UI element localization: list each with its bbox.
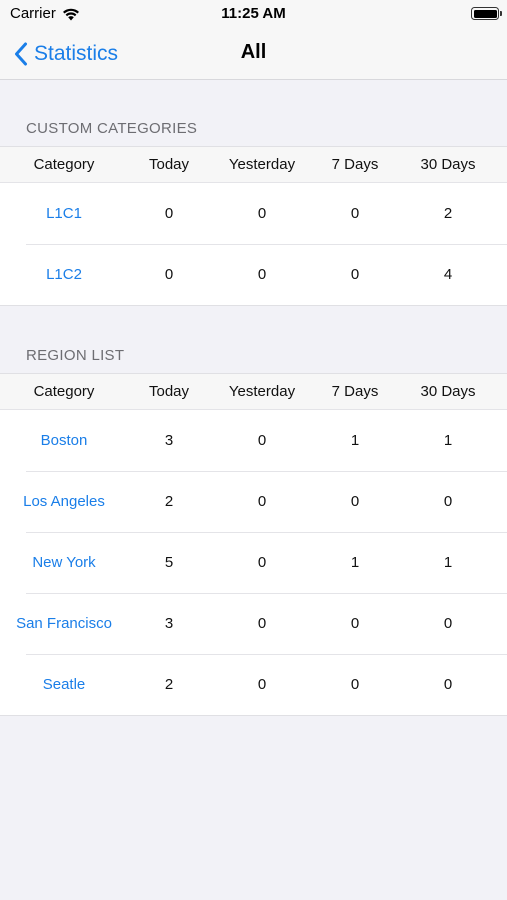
- region-link[interactable]: San Francisco: [0, 615, 128, 632]
- column-header-today: Today: [148, 156, 190, 173]
- category-link[interactable]: L1C1: [0, 205, 128, 222]
- 7-days-value: 0: [350, 615, 360, 632]
- column-header-7-days: 7 Days: [331, 383, 379, 400]
- custom-categories-table: Category Today Yesterday 7 Days 30 Days …: [0, 146, 507, 306]
- 7-days-value: 0: [350, 205, 360, 222]
- today-value: 2: [164, 493, 174, 510]
- column-header-yesterday: Yesterday: [228, 383, 296, 400]
- today-value: 0: [164, 266, 174, 283]
- 30-days-value: 0: [443, 676, 453, 693]
- yesterday-value: 0: [257, 205, 267, 222]
- battery-icon: [471, 7, 502, 20]
- status-bar: Carrier 11:25 AM: [0, 0, 507, 28]
- table-header-row: Category Today Yesterday 7 Days 30 Days: [0, 374, 507, 410]
- column-header-category: Category: [33, 383, 95, 400]
- status-time: 11:25 AM: [221, 5, 286, 22]
- today-value: 3: [164, 615, 174, 632]
- yesterday-value: 0: [257, 266, 267, 283]
- yesterday-value: 0: [257, 615, 267, 632]
- region-list-table: Category Today Yesterday 7 Days 30 Days …: [0, 373, 507, 716]
- 7-days-value: 1: [350, 432, 360, 449]
- section-header-custom-categories: CUSTOM CATEGORIES: [26, 120, 198, 137]
- region-link[interactable]: Boston: [0, 432, 128, 449]
- section-header-region-list: REGION LIST: [26, 347, 125, 364]
- 7-days-value: 1: [350, 554, 360, 571]
- 7-days-value: 0: [350, 266, 360, 283]
- table-row: L1C1 0 0 0 2: [0, 183, 507, 244]
- today-value: 2: [164, 676, 174, 693]
- column-header-30-days: 30 Days: [420, 383, 476, 400]
- column-header-7-days: 7 Days: [331, 156, 379, 173]
- table-row: Los Angeles 2 0 0 0: [0, 471, 507, 532]
- column-header-30-days: 30 Days: [420, 156, 476, 173]
- column-header-today: Today: [148, 383, 190, 400]
- column-header-yesterday: Yesterday: [228, 156, 296, 173]
- 7-days-value: 0: [350, 493, 360, 510]
- yesterday-value: 0: [257, 432, 267, 449]
- 30-days-value: 1: [443, 432, 453, 449]
- region-link[interactable]: Seatle: [0, 676, 128, 693]
- category-link[interactable]: L1C2: [0, 266, 128, 283]
- table-row: Seatle 2 0 0 0: [0, 654, 507, 715]
- region-link[interactable]: New York: [0, 554, 128, 571]
- table-row: New York 5 0 1 1: [0, 532, 507, 593]
- yesterday-value: 0: [257, 493, 267, 510]
- yesterday-value: 0: [257, 676, 267, 693]
- yesterday-value: 0: [257, 554, 267, 571]
- today-value: 5: [164, 554, 174, 571]
- 30-days-value: 4: [443, 266, 453, 283]
- today-value: 0: [164, 205, 174, 222]
- table-row: Boston 3 0 1 1: [0, 410, 507, 471]
- table-row: San Francisco 3 0 0 0: [0, 593, 507, 654]
- 30-days-value: 0: [443, 615, 453, 632]
- 30-days-value: 1: [443, 554, 453, 571]
- table-header-row: Category Today Yesterday 7 Days 30 Days: [0, 147, 507, 183]
- page-title: All: [240, 41, 267, 63]
- navigation-bar: Statistics All: [0, 28, 507, 80]
- column-header-category: Category: [33, 156, 95, 173]
- region-link[interactable]: Los Angeles: [0, 493, 128, 510]
- today-value: 3: [164, 432, 174, 449]
- 30-days-value: 0: [443, 493, 453, 510]
- 30-days-value: 2: [443, 205, 453, 222]
- 7-days-value: 0: [350, 676, 360, 693]
- table-row: L1C2 0 0 0 4: [0, 244, 507, 305]
